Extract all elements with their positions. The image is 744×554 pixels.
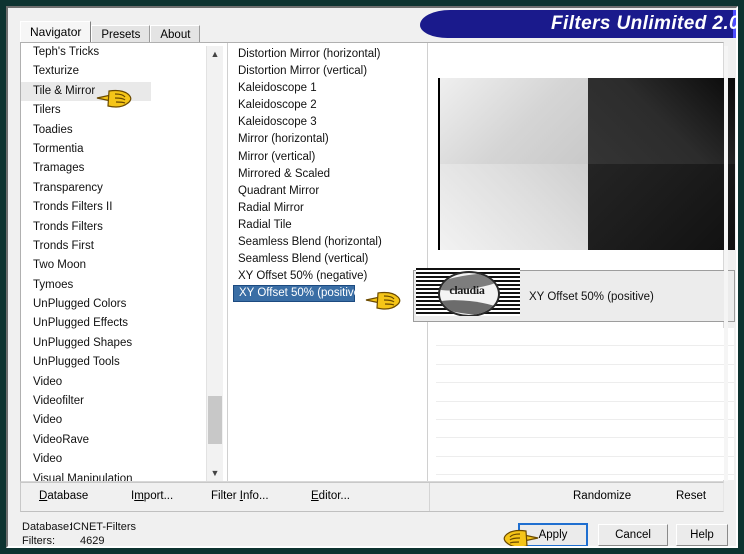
app-title: Filters Unlimited 2.0 [551,13,736,34]
filter-item[interactable]: Kaleidoscope 1 [233,80,419,97]
filter-item[interactable]: Mirror (vertical) [233,149,419,166]
filter-item[interactable]: Quadrant Mirror [233,183,419,200]
parameter-row[interactable] [436,457,734,476]
category-item[interactable]: Tronds Filters II [21,198,206,217]
category-item[interactable]: VideoRave [21,431,206,450]
category-list[interactable]: Teph's Tricks Texturize Tile & Mirror Ti… [21,43,206,481]
category-item[interactable]: Transparency [21,179,206,198]
command-bar: Database Import... Filter Info... Editor… [20,482,724,512]
category-item[interactable]: Texturize [21,62,206,81]
thumbnail-word: claudia [449,283,485,297]
filter-item[interactable]: Kaleidoscope 3 [233,114,419,131]
editor-button[interactable]: Editor... [311,490,350,502]
label-rest: atabase [47,490,89,502]
status-database-value: ICNET-Filters [70,521,136,533]
category-item-selected[interactable]: Tile & Mirror [21,81,151,102]
category-item[interactable]: Videofilter [21,392,206,411]
label-pre: Filter [211,490,240,502]
window-client-area: Filters Unlimited 2.0 Navigator Presets … [8,8,736,546]
label-rest: nfo... [242,490,269,502]
preview-quadrant-top-right [588,78,735,164]
apply-button[interactable]: Apply [518,523,588,546]
panel-divider-left [227,43,228,481]
filter-item[interactable]: Mirrored & Scaled [233,166,419,183]
tooltip-label: XY Offset 50% (positive) [529,291,654,303]
preview-quadrant-bottom-left [440,164,588,250]
filter-item[interactable]: Radial Tile [233,217,419,234]
accel-letter: m [134,490,144,502]
category-item[interactable]: Video [21,450,206,469]
reset-button[interactable]: Reset [676,490,706,502]
category-item[interactable]: Video [21,411,206,430]
application-window: Filters Unlimited 2.0 Navigator Presets … [0,0,744,554]
parameter-row[interactable] [436,346,734,365]
filter-item[interactable]: Seamless Blend (horizontal) [233,234,419,251]
filter-item[interactable]: Mirror (horizontal) [233,131,419,148]
parameter-row[interactable] [436,438,734,457]
status-filters-count: 4629 [80,535,105,546]
parameter-row[interactable] [436,420,734,439]
filter-item-selected[interactable]: XY Offset 50% (positive) [233,285,364,303]
filter-item[interactable]: XY Offset 50% (negative) [233,268,419,285]
tab-presets[interactable]: Presets [91,25,151,42]
category-item[interactable]: Teph's Tricks [21,43,206,62]
category-item[interactable]: UnPlugged Effects [21,314,206,333]
tab-about[interactable]: About [150,25,201,42]
category-item[interactable]: Tormentia [21,140,206,159]
chevron-down-icon[interactable]: ▼ [207,465,223,481]
filter-item[interactable]: Radial Mirror [233,200,419,217]
category-item[interactable]: Visual Manipulation [21,470,206,481]
category-item[interactable]: Tymoes [21,276,206,295]
label-rest: port... [143,490,174,502]
parameter-row[interactable] [436,402,734,420]
filter-list[interactable]: Distortion Mirror (horizontal) Distortio… [233,46,419,481]
parameter-row[interactable] [436,383,734,402]
preview-quadrant-bottom-right [588,164,735,250]
category-item[interactable]: Tilers [21,101,206,120]
tab-strip: Navigator Presets About [20,21,201,42]
filter-item[interactable]: Kaleidoscope 2 [233,97,419,114]
filter-item[interactable]: Seamless Blend (vertical) [233,251,419,268]
category-item[interactable]: Tramages [21,159,206,178]
label-rest: ditor... [318,490,350,502]
category-item[interactable]: UnPlugged Colors [21,295,206,314]
filter-item[interactable]: Distortion Mirror (vertical) [233,63,419,80]
scrollbar-thumb[interactable] [208,396,222,444]
filter-item[interactable]: Distortion Mirror (horizontal) [233,46,419,63]
status-filters-label: Filters: [22,535,55,546]
category-item[interactable]: UnPlugged Shapes [21,334,206,353]
chevron-up-icon[interactable]: ▲ [207,46,223,62]
panel-divider-right [427,43,428,481]
accel-letter: E [311,490,319,502]
category-item[interactable]: UnPlugged Tools [21,353,206,372]
status-database-label: Database: [22,521,73,533]
status-bar: Database: ICNET-Filters Filters: 4629 Ap… [8,516,736,546]
parameter-row[interactable] [436,365,734,384]
filter-preview-image [438,78,735,250]
database-button[interactable]: Database [39,490,88,502]
cancel-button[interactable]: Cancel [598,524,668,546]
parameter-row[interactable] [436,328,734,347]
category-item[interactable]: Toadies [21,121,206,140]
parameter-pane-scrollbar[interactable] [724,46,728,481]
filter-info-button[interactable]: Filter Info... [211,490,269,502]
category-item[interactable]: Video [21,373,206,392]
randomize-button[interactable]: Randomize [573,490,631,502]
filter-thumbnail: claudia [416,268,520,316]
import-button[interactable]: Import... [131,490,173,502]
parameter-rows [436,328,734,480]
tab-navigator[interactable]: Navigator [20,21,92,42]
title-banner: Filters Unlimited 2.0 [420,8,736,40]
preview-quadrant-top-left [440,78,588,164]
command-bar-divider [429,483,430,511]
window-inner-frame: Filters Unlimited 2.0 Navigator Presets … [6,6,738,548]
category-item[interactable]: Two Moon [21,256,206,275]
category-item[interactable]: Tronds Filters [21,218,206,237]
category-item[interactable]: Tronds First [21,237,206,256]
category-list-scrollbar[interactable]: ▲ ▼ [206,46,223,481]
help-button[interactable]: Help [676,524,728,546]
